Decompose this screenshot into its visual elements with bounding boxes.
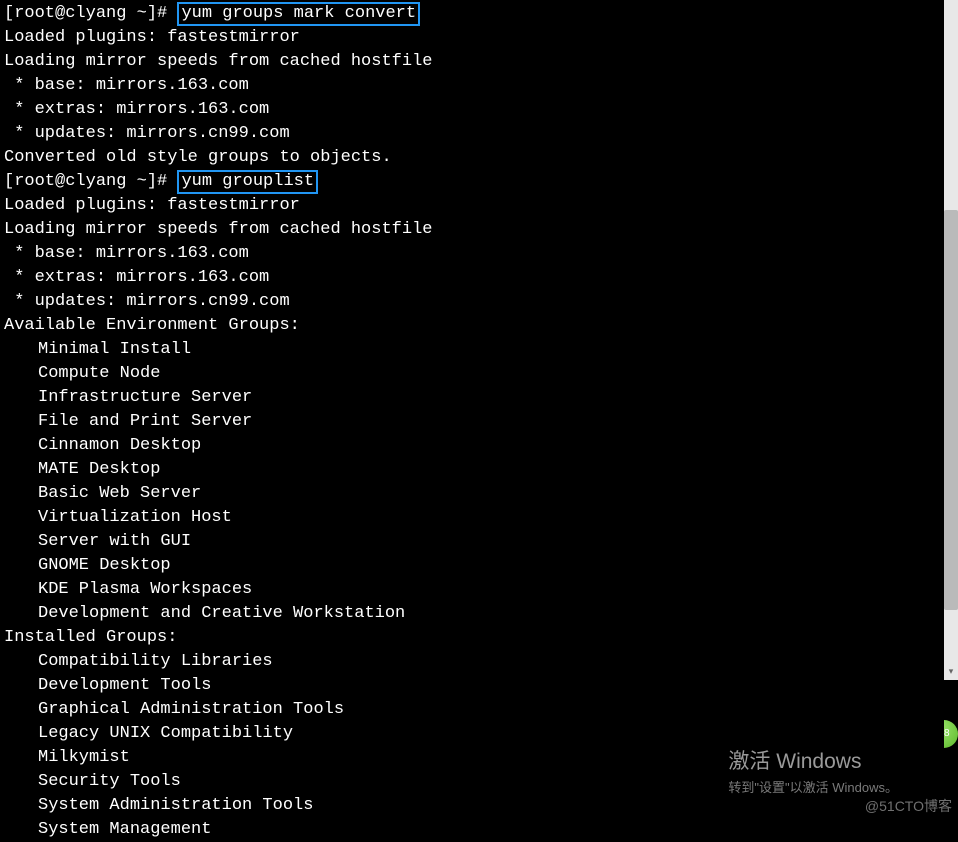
output-line: * extras: mirrors.163.com bbox=[4, 266, 954, 290]
shell-prompt: [root@clyang ~]# bbox=[4, 4, 177, 23]
output-line: Loading mirror speeds from cached hostfi… bbox=[4, 50, 954, 74]
output-line: * updates: mirrors.cn99.com bbox=[4, 290, 954, 314]
output-line: * updates: mirrors.cn99.com bbox=[4, 122, 954, 146]
output-line: * base: mirrors.163.com bbox=[4, 74, 954, 98]
env-group-item: Compute Node bbox=[4, 362, 954, 386]
env-group-item: Server with GUI bbox=[4, 530, 954, 554]
terminal-output[interactable]: [root@clyang ~]# yum groups mark convert… bbox=[4, 2, 954, 842]
installed-group-item: Compatibility Libraries bbox=[4, 650, 954, 674]
env-group-item: KDE Plasma Workspaces bbox=[4, 578, 954, 602]
shell-prompt: [root@clyang ~]# bbox=[4, 172, 177, 191]
env-group-item: Minimal Install bbox=[4, 338, 954, 362]
scrollbar-thumb[interactable] bbox=[944, 210, 958, 610]
output-line: Converted old style groups to objects. bbox=[4, 146, 954, 170]
scrollbar-track[interactable]: ▾ bbox=[944, 0, 958, 680]
output-line: Loaded plugins: fastestmirror bbox=[4, 194, 954, 218]
command-highlight-2: yum grouplist bbox=[177, 170, 318, 194]
env-group-item: Virtualization Host bbox=[4, 506, 954, 530]
output-line: * base: mirrors.163.com bbox=[4, 242, 954, 266]
env-group-item: Basic Web Server bbox=[4, 482, 954, 506]
installed-group-item: Development Tools bbox=[4, 674, 954, 698]
scrollbar-down-arrow-icon[interactable]: ▾ bbox=[944, 664, 958, 680]
installed-group-item: Legacy UNIX Compatibility bbox=[4, 722, 954, 746]
env-groups-header: Available Environment Groups: bbox=[4, 314, 954, 338]
output-line: Loaded plugins: fastestmirror bbox=[4, 26, 954, 50]
env-group-item: Cinnamon Desktop bbox=[4, 434, 954, 458]
output-line: * extras: mirrors.163.com bbox=[4, 98, 954, 122]
env-group-item: Infrastructure Server bbox=[4, 386, 954, 410]
watermark-text: @51CTO博客 bbox=[865, 794, 952, 818]
windows-activation-overlay: 激活 Windows 转到"设置"以激活 Windows。 bbox=[728, 750, 898, 800]
command-highlight-1: yum groups mark convert bbox=[177, 2, 420, 26]
env-group-item: GNOME Desktop bbox=[4, 554, 954, 578]
prompt-line-1: [root@clyang ~]# yum groups mark convert bbox=[4, 2, 954, 26]
env-group-item: File and Print Server bbox=[4, 410, 954, 434]
output-line: Loading mirror speeds from cached hostfi… bbox=[4, 218, 954, 242]
prompt-line-2: [root@clyang ~]# yum grouplist bbox=[4, 170, 954, 194]
env-group-item: MATE Desktop bbox=[4, 458, 954, 482]
installed-groups-header: Installed Groups: bbox=[4, 626, 954, 650]
activation-title: 激活 Windows bbox=[728, 750, 898, 774]
env-group-item: Development and Creative Workstation bbox=[4, 602, 954, 626]
installed-group-item: Graphical Administration Tools bbox=[4, 698, 954, 722]
